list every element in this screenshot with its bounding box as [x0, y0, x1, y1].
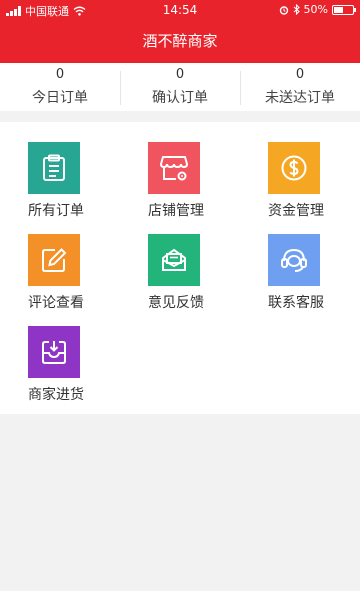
inbox-icon	[28, 326, 80, 378]
menu-label: 联系客服	[268, 295, 324, 311]
stat-undelivered-orders[interactable]: 0 未送达订单	[240, 63, 360, 111]
menu-label: 意见反馈	[148, 295, 204, 311]
headset-icon	[268, 234, 320, 286]
page-title: 酒不醉商家	[142, 32, 218, 50]
stat-label: 未送达订单	[265, 90, 335, 106]
menu-feedback[interactable]: 意见反馈	[120, 214, 240, 311]
app-header: 中国联通 14:54 50% 酒不醉商家	[0, 0, 360, 63]
menu-grid: 所有订单 店铺管理 资金管理 评论查看 意见反馈 联系客服 商家进货	[0, 122, 360, 414]
alarm-icon	[279, 5, 289, 15]
mail-icon	[148, 234, 200, 286]
edit-icon	[28, 234, 80, 286]
menu-all-orders[interactable]: 所有订单	[0, 122, 120, 219]
battery-percent: 50%	[303, 3, 328, 16]
menu-label: 商家进货	[28, 387, 84, 403]
stat-value: 0	[55, 67, 65, 82]
dollar-coin-icon	[268, 142, 320, 194]
stat-value: 0	[295, 67, 305, 82]
menu-store-management[interactable]: 店铺管理	[120, 122, 240, 219]
stat-today-orders[interactable]: 0 今日订单	[0, 63, 120, 111]
menu-funds-management[interactable]: 资金管理	[240, 122, 360, 219]
bluetooth-icon	[293, 4, 300, 15]
status-bar: 中国联通 14:54 50%	[0, 0, 360, 20]
menu-customer-service[interactable]: 联系客服	[240, 214, 360, 311]
menu-view-reviews[interactable]: 评论查看	[0, 214, 120, 311]
stat-value: 0	[175, 67, 185, 82]
stat-label: 确认订单	[152, 90, 208, 106]
order-stats: 0 今日订单 0 确认订单 0 未送达订单	[0, 63, 360, 111]
menu-merchant-purchase[interactable]: 商家进货	[0, 306, 120, 403]
store-icon	[148, 142, 200, 194]
stat-confirm-orders[interactable]: 0 确认订单	[120, 63, 240, 111]
clipboard-icon	[28, 142, 80, 194]
battery-icon	[332, 4, 356, 15]
stat-label: 今日订单	[32, 90, 88, 106]
